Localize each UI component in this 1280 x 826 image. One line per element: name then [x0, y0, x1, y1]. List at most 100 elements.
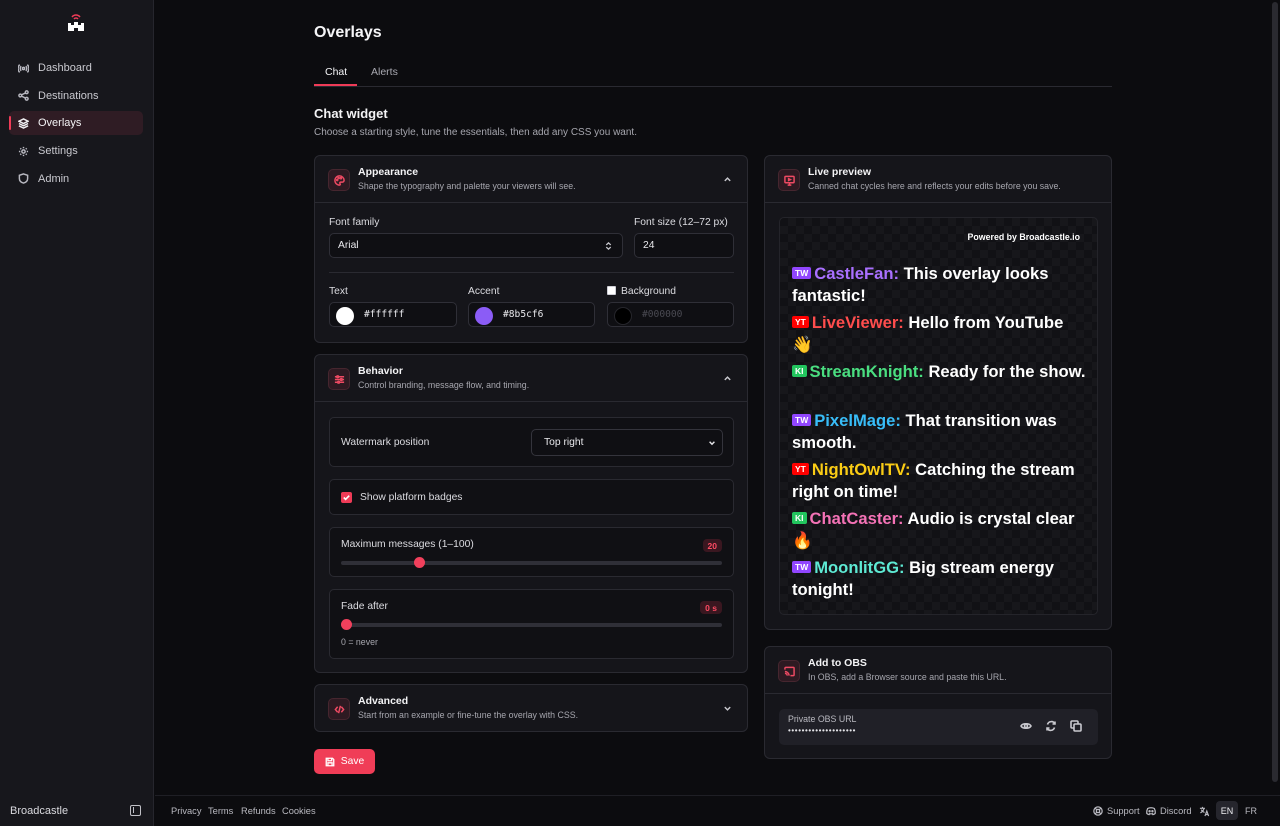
fade-thumb[interactable]	[341, 619, 352, 630]
lang-fr[interactable]: FR	[1240, 801, 1262, 820]
fade-track[interactable]	[341, 623, 722, 627]
eye-icon[interactable]	[1020, 720, 1032, 732]
chevron-up-icon[interactable]	[723, 374, 732, 383]
fade-badge: 0 s	[700, 601, 722, 614]
behavior-header[interactable]: Behavior Control branding, message flow,…	[315, 355, 747, 402]
background-color-input[interactable]: #000000	[607, 302, 734, 327]
save-button[interactable]: Save	[314, 749, 375, 774]
chevron-down-icon	[709, 441, 715, 446]
max-messages-badge: 20	[702, 539, 722, 552]
chat-username: NightOwlTV:	[811, 460, 911, 479]
active-tab-indicator	[314, 84, 357, 86]
sidebar-collapse-icon[interactable]	[130, 805, 141, 816]
section-title: Chat widget	[314, 106, 388, 121]
sidebar-item-admin[interactable]: Admin	[9, 167, 143, 191]
advanced-title: Advanced	[358, 695, 409, 707]
chat-message: YT NightOwlTV: Catching the stream right …	[792, 459, 1088, 502]
sidebar-item-dashboard[interactable]: Dashboard	[9, 56, 143, 80]
support-label: Support	[1107, 806, 1140, 816]
sidebar-item-overlays[interactable]: Overlays	[9, 111, 143, 136]
footer-link-privacy[interactable]: Privacy	[171, 806, 201, 816]
obs-description: In OBS, add a Browser source and paste t…	[808, 672, 1007, 682]
radio-icon	[18, 63, 29, 73]
section-subtitle: Choose a starting style, tune the essent…	[314, 127, 637, 138]
tab-chat[interactable]: Chat	[325, 66, 347, 78]
obs-url-label: Private OBS URL	[788, 714, 857, 724]
scrollbar-thumb[interactable]	[1272, 2, 1278, 782]
text-color-swatch[interactable]	[336, 307, 354, 325]
badges-label: Show platform badges	[360, 492, 463, 503]
lifebuoy-icon	[1093, 806, 1103, 816]
chat-message: YT LiveViewer: Hello from YouTube 👋	[792, 312, 1088, 355]
platform-badge: YT	[792, 463, 809, 475]
support-link[interactable]: Support	[1093, 806, 1140, 816]
chat-text: Ready for the show.	[923, 362, 1086, 381]
platform-badge: YT	[792, 316, 809, 328]
advanced-header[interactable]: Advanced Start from an example or fine-t…	[315, 685, 747, 732]
sidebar-item-label: Overlays	[38, 117, 82, 130]
watermark-row: Watermark position Top right	[329, 417, 734, 467]
monitor-icon	[778, 169, 800, 191]
platform-badge: TW	[792, 414, 812, 426]
appearance-description: Shape the typography and palette your vi…	[358, 181, 576, 191]
max-messages-track[interactable]	[341, 561, 722, 565]
max-messages-label: Maximum messages (1–100)	[341, 539, 474, 550]
chat-message: KI StreamKnight: Ready for the show.	[792, 361, 1088, 383]
text-color-input[interactable]: #ffffff	[329, 302, 457, 327]
discord-link[interactable]: Discord	[1146, 806, 1192, 816]
max-messages-thumb[interactable]	[413, 557, 425, 568]
accent-color-label: Accent	[468, 286, 500, 297]
watermark-select[interactable]: Top right	[531, 429, 723, 456]
platform-badge: TW	[792, 267, 812, 279]
discord-icon	[1146, 807, 1156, 816]
sliders-icon	[328, 368, 350, 390]
sidebar-nav: Dashboard Destinations Overlays Settings…	[9, 56, 143, 194]
gear-icon	[18, 146, 29, 156]
sidebar-item-settings[interactable]: Settings	[9, 139, 143, 163]
tab-alerts[interactable]: Alerts	[371, 66, 398, 78]
refresh-icon[interactable]	[1045, 720, 1057, 732]
lang-en[interactable]: EN	[1216, 801, 1238, 820]
font-family-select[interactable]: Arial	[329, 233, 623, 258]
footer-link-cookies[interactable]: Cookies	[282, 806, 316, 816]
fade-row: Fade after 0 s 0 = never	[329, 589, 734, 659]
copy-icon[interactable]	[1070, 720, 1082, 732]
chat-message: TW MoonlitGG: Big stream energy tonight!	[792, 557, 1088, 600]
chevron-down-icon[interactable]	[723, 704, 732, 713]
chat-username: CastleFan:	[814, 264, 900, 283]
max-messages-row: Maximum messages (1–100) 20	[329, 527, 734, 577]
badges-checkbox[interactable]	[341, 492, 352, 503]
appearance-header[interactable]: Appearance Shape the typography and pale…	[315, 156, 747, 203]
divider	[329, 272, 734, 273]
castle-logo-icon[interactable]	[66, 12, 86, 32]
background-color-swatch[interactable]	[614, 307, 632, 325]
page-title: Overlays	[314, 24, 382, 41]
accent-color-input[interactable]: #8b5cf6	[468, 302, 595, 327]
obs-url-masked[interactable]: ••••••••••••••••••••	[788, 726, 856, 735]
live-preview-title: Live preview	[808, 166, 872, 178]
chevron-up-icon[interactable]	[723, 175, 732, 184]
sidebar: Dashboard Destinations Overlays Settings…	[0, 0, 154, 826]
save-icon	[325, 757, 335, 766]
chat-username: MoonlitGG:	[814, 558, 905, 577]
fade-label: Fade after	[341, 601, 388, 612]
platform-badge: KI	[792, 365, 807, 377]
footer-link-refunds[interactable]: Refunds	[241, 806, 276, 816]
accent-color-swatch[interactable]	[475, 307, 493, 325]
sidebar-item-label: Settings	[38, 145, 78, 158]
code-icon	[328, 698, 350, 720]
chat-message: TW CastleFan: This overlay looks fantasti…	[792, 263, 1088, 306]
save-label: Save	[340, 756, 365, 767]
scrollbar[interactable]	[1272, 0, 1278, 790]
watermark-label: Watermark position	[341, 437, 430, 448]
live-preview-card: Live preview Canned chat cycles here and…	[764, 155, 1112, 630]
cast-icon	[778, 660, 800, 682]
sidebar-item-label: Destinations	[38, 89, 99, 102]
footer-link-terms[interactable]: Terms	[208, 806, 233, 816]
background-checkbox[interactable]	[607, 286, 616, 295]
font-size-input[interactable]: 24	[634, 233, 734, 258]
sidebar-item-destinations[interactable]: Destinations	[9, 84, 143, 108]
text-color-label: Text	[329, 286, 348, 297]
chat-username: StreamKnight:	[809, 362, 924, 381]
sidebar-item-label: Admin	[38, 172, 70, 185]
